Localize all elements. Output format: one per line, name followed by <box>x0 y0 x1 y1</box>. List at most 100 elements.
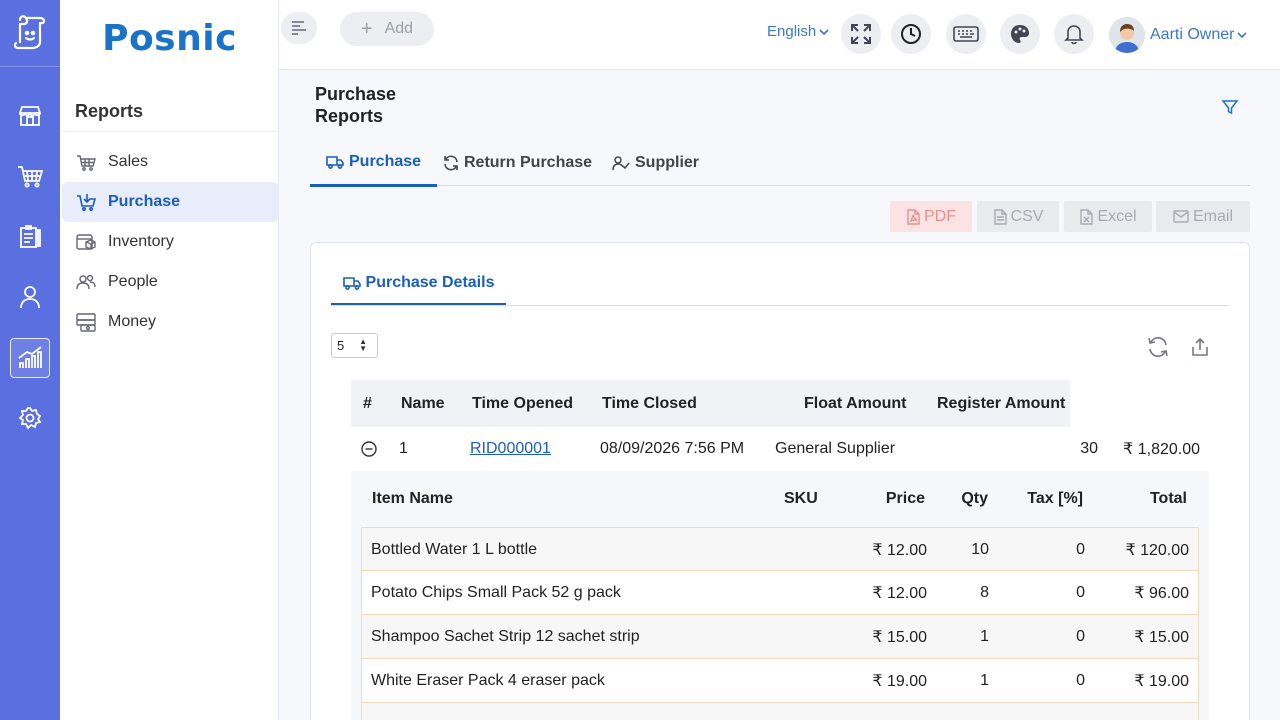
top-bar: + Add English Aarti Owner <box>279 0 1280 70</box>
table-row: 1 RID000001 08/09/2026 7:56 PM General S… <box>351 427 1211 471</box>
refresh-icon[interactable] <box>1147 337 1169 357</box>
user-icon[interactable] <box>10 277 50 317</box>
theme-button[interactable] <box>1000 14 1040 54</box>
align-left-icon <box>292 21 306 35</box>
item-price: ₹ 19.00 <box>872 672 927 690</box>
export-email-button[interactable]: Email <box>1156 201 1250 232</box>
item-total: ₹ 120.00 <box>1125 541 1189 559</box>
tab-label: Supplier <box>635 154 700 171</box>
item-tax: 0 <box>1076 627 1085 645</box>
tab-label: Return Purchase <box>464 154 593 171</box>
item-name: White Eraser Pack 4 eraser pack <box>371 671 605 689</box>
page-title: Purchase Reports <box>315 84 397 126</box>
register-amount: ₹ 1,820.00 <box>1123 441 1200 458</box>
sidebar-item-purchase[interactable]: Purchase <box>62 182 279 222</box>
column-header[interactable]: Register Amount <box>937 380 1065 427</box>
share-icon[interactable] <box>1190 337 1210 357</box>
tab-purchase-details[interactable]: Purchase Details <box>331 263 506 306</box>
item-price: ₹ 12.00 <box>872 584 927 602</box>
logo-icon[interactable] <box>10 12 50 52</box>
tab-label: Purchase Details <box>365 274 495 291</box>
table-header: # Name Time Opened Time Closed Float Amo… <box>351 380 1070 427</box>
basket-icon <box>75 151 97 173</box>
report-tabs: Purchase Return Purchase Supplier <box>310 140 1250 187</box>
sidebar-item-label: Purchase <box>108 193 181 210</box>
bell-icon <box>1064 25 1084 45</box>
table-row: Shampoo Sachet Strip 12 sachet strip ₹ 1… <box>361 615 1199 659</box>
table-row: White Eraser Pack 4 eraser pack ₹ 19.00 … <box>361 659 1199 703</box>
column-header: Tax [%] <box>1027 490 1083 507</box>
column-header[interactable]: Time Closed <box>602 380 697 427</box>
settings-icon[interactable] <box>10 398 50 438</box>
file-pdf-icon <box>906 208 920 225</box>
brand-logo[interactable]: Posnic <box>60 18 279 59</box>
clock-button[interactable] <box>891 14 931 54</box>
export-csv-button[interactable]: CSV <box>977 201 1059 232</box>
item-total: ₹ 19.00 <box>1134 672 1189 690</box>
chevron-down-icon <box>1237 32 1248 39</box>
sidebar-item-label: Sales <box>108 153 149 170</box>
language-select[interactable]: English <box>767 23 830 40</box>
store-icon[interactable] <box>10 96 50 136</box>
fullscreen-button[interactable] <box>841 14 881 54</box>
user-menu[interactable]: Aarti Owner <box>1109 17 1248 53</box>
filter-icon[interactable] <box>1221 98 1239 116</box>
sidebar-item-sales[interactable]: Sales <box>62 142 279 182</box>
truck-icon <box>342 276 361 290</box>
float-amount: 30 <box>1080 440 1098 457</box>
column-header[interactable]: # <box>363 380 372 427</box>
sidebar-item-inventory[interactable]: Inventory <box>62 222 279 262</box>
item-tax: 0 <box>1076 671 1085 689</box>
item-tax: 0 <box>1076 540 1085 558</box>
export-label: CSV <box>1010 207 1044 225</box>
cart-icon[interactable] <box>10 156 50 196</box>
tab-label: Purchase <box>349 153 422 170</box>
icon-rail <box>0 0 60 720</box>
tab-purchase[interactable]: Purchase <box>310 140 438 187</box>
column-header: Qty <box>961 490 988 507</box>
fullscreen-icon <box>851 24 871 44</box>
row-index: 1 <box>399 440 408 457</box>
cash-icon <box>75 311 97 333</box>
item-qty: 1 <box>980 627 989 645</box>
column-header: SKU <box>784 490 818 507</box>
menu-toggle-button[interactable] <box>281 12 317 44</box>
notifications-button[interactable] <box>1054 14 1094 54</box>
chevron-down-icon <box>819 28 829 35</box>
refresh-icon <box>443 155 459 171</box>
tab-return-purchase[interactable]: Return Purchase <box>427 140 608 186</box>
export-excel-button[interactable]: Excel <box>1064 201 1152 232</box>
export-label: Excel <box>1097 207 1137 225</box>
item-total: ₹ 96.00 <box>1134 584 1189 602</box>
user-name: Aarti Owner <box>1150 26 1235 43</box>
sidebar-divider <box>60 131 279 132</box>
sidebar-item-label: Money <box>108 313 157 330</box>
item-tax: 0 <box>1076 583 1085 601</box>
page-size-select[interactable]: 5 ▲ ▼ <box>331 333 378 358</box>
purchase-id-link[interactable]: RID000001 <box>470 427 551 471</box>
keyboard-button[interactable] <box>946 14 986 54</box>
file-excel-icon <box>1079 208 1094 225</box>
page-size-value: 5 <box>337 338 345 353</box>
column-header: Price <box>885 490 925 507</box>
sidebar-item-people[interactable]: People <box>62 262 279 302</box>
item-price: ₹ 15.00 <box>872 628 927 646</box>
truck-icon <box>326 155 344 169</box>
column-header[interactable]: Time Opened <box>472 380 573 427</box>
collapse-row-button[interactable] <box>361 427 377 471</box>
column-header[interactable]: Name <box>401 380 445 427</box>
export-label: PDF <box>924 207 956 225</box>
clock-icon <box>901 24 921 44</box>
file-text-icon <box>993 208 1007 225</box>
purchase-details-card: Purchase Details 5 ▲ ▼ # Name Time Opened… <box>310 242 1250 720</box>
tab-supplier[interactable]: Supplier <box>596 140 715 186</box>
clipboard-icon[interactable] <box>10 217 50 257</box>
add-button[interactable]: + Add <box>340 12 434 46</box>
sidebar-item-money[interactable]: Money <box>62 302 279 342</box>
chart-icon[interactable] <box>10 338 50 378</box>
boxes-icon <box>75 231 97 253</box>
sidebar: Posnic Reports Sales Purchase Inventory … <box>60 0 279 720</box>
export-pdf-button[interactable]: PDF <box>890 201 972 232</box>
sidebar-item-label: Inventory <box>108 233 174 250</box>
column-header[interactable]: Float Amount <box>804 380 907 427</box>
